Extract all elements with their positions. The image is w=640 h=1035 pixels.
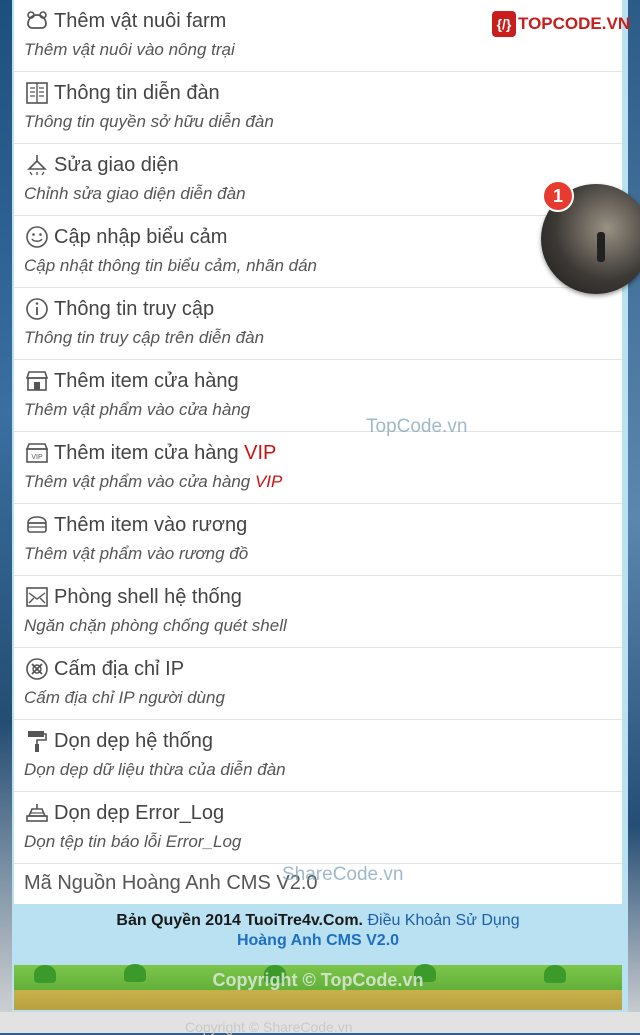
menu-item-desc: Dọn tệp tin báo lỗi Error_Log (24, 832, 242, 851)
menu-item-add-shop-item[interactable]: Thêm item cửa hàng Thêm vật phẩm vào cửa… (14, 360, 622, 432)
info-circle-icon (24, 296, 50, 322)
admin-menu: Thêm vật nuôi farm Thêm vật nuôi vào nôn… (14, 0, 622, 904)
site-link[interactable]: TuoiTre4v.Com. (245, 912, 363, 929)
menu-item-desc: Ngăn chặn phòng chống quét shell (24, 616, 287, 635)
menu-item-title: Dọn dẹp Error_Log (54, 801, 225, 824)
vip-label: VIP (244, 441, 277, 464)
menu-item-clean-error-log[interactable]: Dọn dẹp Error_Log Dọn tệp tin báo lỗi Er… (14, 792, 622, 864)
error-log-icon (24, 800, 50, 826)
menu-item-edit-theme[interactable]: Sửa giao diện Chỉnh sửa giao diện diễn đ… (14, 144, 622, 216)
source-code-label: Mã Nguồn Hoàng Anh CMS V2.0 (24, 872, 318, 894)
menu-item-update-emoticons[interactable]: Cập nhập biểu cảm Cập nhật thông tin biể… (14, 216, 622, 288)
copyright-prefix: Bản Quyền 2014 (116, 912, 241, 929)
menu-item-shell-protection[interactable]: Phòng shell hệ thống Ngăn chặn phòng chố… (14, 576, 622, 648)
admin-panel: Thêm vật nuôi farm Thêm vật nuôi vào nôn… (12, 0, 628, 1012)
menu-item-desc: Chỉnh sửa giao diện diễn đàn (24, 184, 246, 203)
terms-link[interactable]: Điều Khoản Sử Dụng (367, 912, 519, 929)
chat-head-photo (597, 232, 605, 262)
paint-roller-icon (24, 728, 50, 754)
menu-item-title: Thêm item cửa hàng (54, 441, 239, 464)
forum-info-icon (24, 80, 50, 106)
shop-icon (24, 368, 50, 394)
shell-shield-icon (24, 584, 50, 610)
menu-item-clean-system[interactable]: Dọn dẹp hệ thống Dọn dẹp dữ liệu thừa củ… (14, 720, 622, 792)
svg-text:VIP: VIP (31, 454, 43, 461)
menu-item-forum-info[interactable]: Thông tin diễn đàn Thông tin quyền sở hữ… (14, 72, 622, 144)
menu-item-desc: Dọn dẹp dữ liệu thừa của diễn đàn (24, 760, 286, 779)
menu-item-add-chest-item[interactable]: Thêm item vào rương Thêm vật phẩm vào rư… (14, 504, 622, 576)
menu-item-desc: Cấm địa chỉ IP người dùng (24, 688, 225, 707)
menu-item-desc: Thêm vật phẩm vào cửa hàng (24, 400, 251, 419)
vip-label-desc: VIP (254, 472, 283, 491)
menu-item-desc: Thêm vật phẩm vào rương đồ (24, 544, 249, 563)
footer-watermark: Copyright © TopCode.vn (212, 970, 424, 990)
menu-item-title: Thêm vật nuôi farm (54, 9, 227, 32)
product-link[interactable]: Hoàng Anh CMS V2.0 (14, 932, 622, 950)
footer: Bản Quyền 2014 TuoiTre4v.Com. Điều Khoản… (14, 910, 622, 1010)
menu-item-title: Thông tin diễn đàn (54, 81, 220, 104)
menu-item-title: Cập nhập biểu cảm (54, 225, 228, 248)
topcode-logo: {/} TOPCODE.VN (492, 11, 630, 37)
topcode-logo-text: TOPCODE.VN (518, 14, 631, 33)
chest-icon (24, 512, 50, 538)
notification-badge: 1 (542, 180, 574, 212)
menu-item-access-info[interactable]: Thông tin truy cập Thông tin truy cập tr… (14, 288, 622, 360)
menu-item-title: Thêm item vào rương (54, 513, 248, 536)
menu-item-ban-ip[interactable]: Cấm địa chỉ IP Cấm địa chỉ IP người dùng (14, 648, 622, 720)
smiley-icon (24, 224, 50, 250)
menu-item-title: Thêm item cửa hàng (54, 369, 239, 392)
menu-item-title: Thông tin truy cập (54, 297, 215, 320)
background-bottom: Copyright © ShareCode.vn (0, 1012, 640, 1035)
menu-item-add-vip-shop-item[interactable]: VIP Thêm item cửa hàng VIP Thêm vật phẩm… (14, 432, 622, 504)
menu-item-desc: Thông tin quyền sở hữu diễn đàn (24, 112, 274, 131)
footer-copyright: Bản Quyền 2014 TuoiTre4v.Com. Điều Khoản… (14, 912, 622, 930)
menu-item-desc: Cập nhật thông tin biểu cảm, nhãn dán (24, 256, 317, 275)
farm-animal-icon (24, 8, 50, 34)
menu-item-title: Dọn dẹp hệ thống (54, 729, 214, 752)
menu-item-desc: Thêm vật nuôi vào nông trại (24, 40, 235, 59)
menu-item-desc: Thêm vật phẩm vào cửa hàng (24, 472, 251, 491)
vip-shop-icon: VIP (24, 440, 50, 466)
lamp-icon (24, 152, 50, 178)
watermark-topcode: TopCode.vn (366, 416, 468, 437)
ban-ip-icon (24, 656, 50, 682)
menu-item-title: Sửa giao diện (54, 153, 179, 176)
menu-item-title: Cấm địa chỉ IP (54, 657, 185, 680)
watermark-sharecode: ShareCode.vn (282, 864, 404, 885)
topcode-logo-mark: {/} (492, 11, 516, 37)
menu-item-title: Phòng shell hệ thống (54, 585, 242, 608)
menu-item-desc: Thông tin truy cập trên diễn đàn (24, 328, 265, 347)
